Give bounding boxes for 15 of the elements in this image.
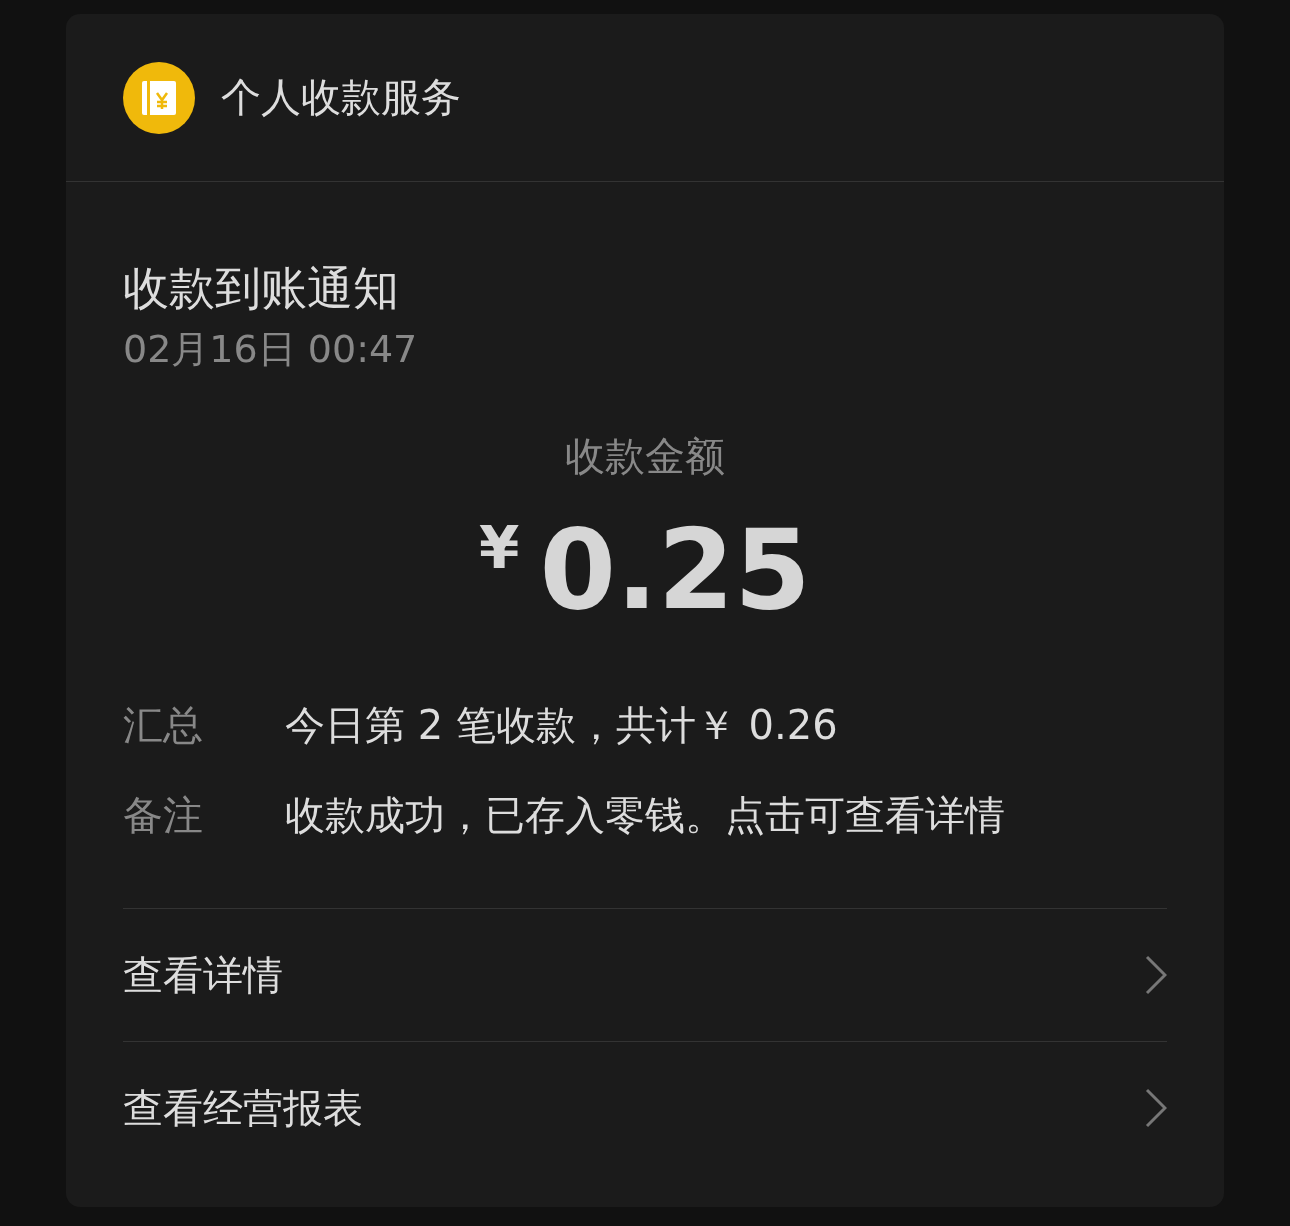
notice-time: 02月16日 00:47	[123, 326, 419, 373]
notice-title: 收款到账通知	[123, 260, 400, 316]
link-row[interactable]: 查看详情	[123, 909, 1167, 1042]
detail-label: 汇总	[123, 701, 204, 750]
detail-value: 今日第 2 笔收款，共计￥ 0.26	[285, 701, 838, 750]
wallet-icon	[123, 61, 195, 134]
detail-label: 备注	[123, 791, 204, 840]
service-title: 个人收款服务	[221, 73, 461, 122]
amount-label: 收款金额	[564, 432, 726, 481]
detail-value: 收款成功，已存入零钱。点击可查看详情	[285, 791, 1005, 840]
chevron-icon	[1145, 1088, 1167, 1128]
link-row[interactable]: 查看经营报表	[123, 1042, 1167, 1174]
amount-value: 0.25	[539, 508, 811, 632]
chevron-icon	[1145, 955, 1167, 995]
currency-symbol: ¥	[479, 513, 520, 584]
